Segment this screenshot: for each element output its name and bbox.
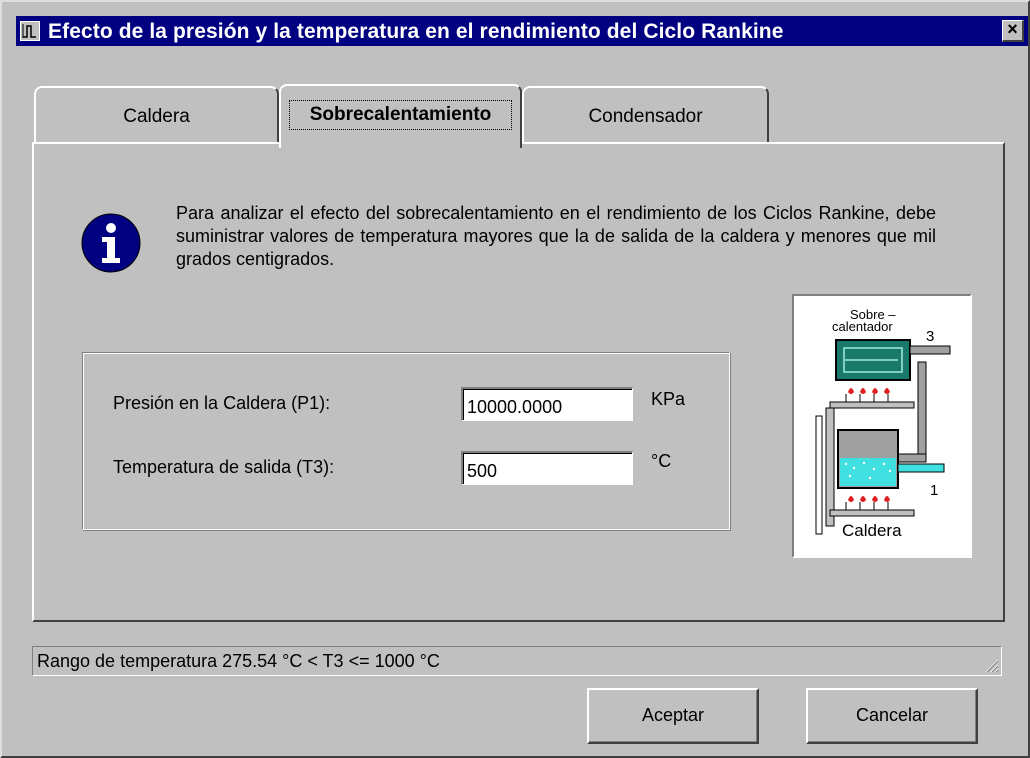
close-icon: × bbox=[1007, 19, 1018, 39]
superheater-diagram: Sobre – calentador 3 1 Caldera bbox=[792, 294, 972, 558]
tab-sobrecalentamiento-label: Sobrecalentamiento bbox=[309, 104, 492, 125]
accept-button-label: Aceptar bbox=[641, 705, 705, 725]
title-bar[interactable]: Efecto de la presión y la temperatura en… bbox=[16, 16, 1028, 46]
temperature-input[interactable]: 500 bbox=[461, 451, 633, 485]
app-icon bbox=[20, 21, 40, 41]
diagram-graphic bbox=[815, 339, 951, 535]
tab-caldera[interactable]: Caldera bbox=[34, 86, 279, 144]
status-bar: Rango de temperatura 275.54 °C < T3 <= 1… bbox=[32, 646, 1002, 676]
pressure-input[interactable]: 10000.0000 bbox=[461, 387, 633, 421]
info-icon bbox=[80, 212, 142, 274]
cancel-button-label: Cancelar bbox=[855, 705, 929, 725]
input-group: Presión en la Caldera (P1): 10000.0000 K… bbox=[82, 352, 730, 530]
accept-button[interactable]: Aceptar bbox=[587, 688, 759, 744]
window-title: Efecto de la presión y la temperatura en… bbox=[48, 20, 784, 43]
dialog-window: Efecto de la presión y la temperatura en… bbox=[0, 0, 1030, 758]
tab-condensador[interactable]: Condensador bbox=[522, 86, 769, 144]
info-message: Para analizar el efecto del sobrecalenta… bbox=[176, 203, 936, 269]
cancel-button[interactable]: Cancelar bbox=[806, 688, 978, 744]
status-text: Rango de temperatura 275.54 °C < T3 <= 1… bbox=[37, 651, 440, 671]
diagram-label-caldera: Caldera bbox=[842, 521, 902, 540]
pressure-label: Presión en la Caldera (P1): bbox=[113, 393, 331, 413]
resize-grip-icon[interactable] bbox=[983, 657, 999, 673]
temperature-unit: °C bbox=[651, 451, 672, 471]
tab-panel-sobrecalentamiento: Para analizar el efecto del sobrecalenta… bbox=[32, 142, 1005, 622]
pressure-unit: KPa bbox=[651, 389, 686, 409]
close-button[interactable]: × bbox=[1002, 20, 1024, 42]
diagram-label-calentador: calentador bbox=[832, 319, 893, 334]
tab-caldera-label: Caldera bbox=[123, 106, 190, 127]
tab-condensador-label: Condensador bbox=[588, 106, 703, 127]
diagram-point-1: 1 bbox=[930, 482, 939, 499]
tab-sobrecalentamiento[interactable]: Sobrecalentamiento bbox=[279, 84, 522, 148]
diagram-point-3: 3 bbox=[926, 328, 935, 345]
temperature-label: Temperatura de salida (T3): bbox=[113, 457, 335, 477]
